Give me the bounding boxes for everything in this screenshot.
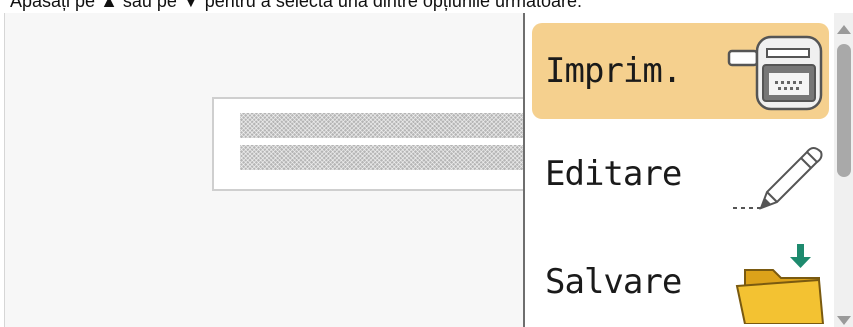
label-preview <box>212 97 542 191</box>
label-text-line <box>240 145 540 170</box>
menu-item-edit[interactable]: Editare <box>532 126 829 222</box>
up-key-glyph: ▲ <box>100 0 118 11</box>
scroll-thumb[interactable] <box>837 44 851 177</box>
page: Apăsați pe ▲ sau pe ▼ pentru a selecta u… <box>0 0 853 327</box>
instruction-text: Apăsați pe ▲ sau pe ▼ pentru a selecta u… <box>10 0 850 11</box>
down-key-glyph: ▼ <box>181 0 200 11</box>
menu-scrollbar[interactable] <box>834 13 853 327</box>
printer-icon <box>727 35 823 111</box>
menu-item-label: Editare <box>545 154 682 194</box>
folder-save-icon <box>735 244 825 324</box>
options-menu: Imprim. Editare Salvare <box>523 13 853 327</box>
pencil-icon <box>729 147 823 210</box>
menu-item-print[interactable]: Imprim. <box>532 23 829 119</box>
menu-item-label: Salvare <box>545 262 682 302</box>
instruction-prefix: Apăsați pe <box>10 0 101 11</box>
instruction-middle: sau pe <box>117 0 182 11</box>
scroll-down-arrow-icon[interactable] <box>837 316 851 325</box>
menu-item-label: Imprim. <box>545 51 682 91</box>
scroll-up-arrow-icon[interactable] <box>837 25 851 34</box>
instruction-suffix: pentru a selecta una dintre opțiunile ur… <box>199 0 583 11</box>
label-text-line <box>240 113 540 138</box>
menu-item-save[interactable]: Salvare <box>532 234 829 327</box>
